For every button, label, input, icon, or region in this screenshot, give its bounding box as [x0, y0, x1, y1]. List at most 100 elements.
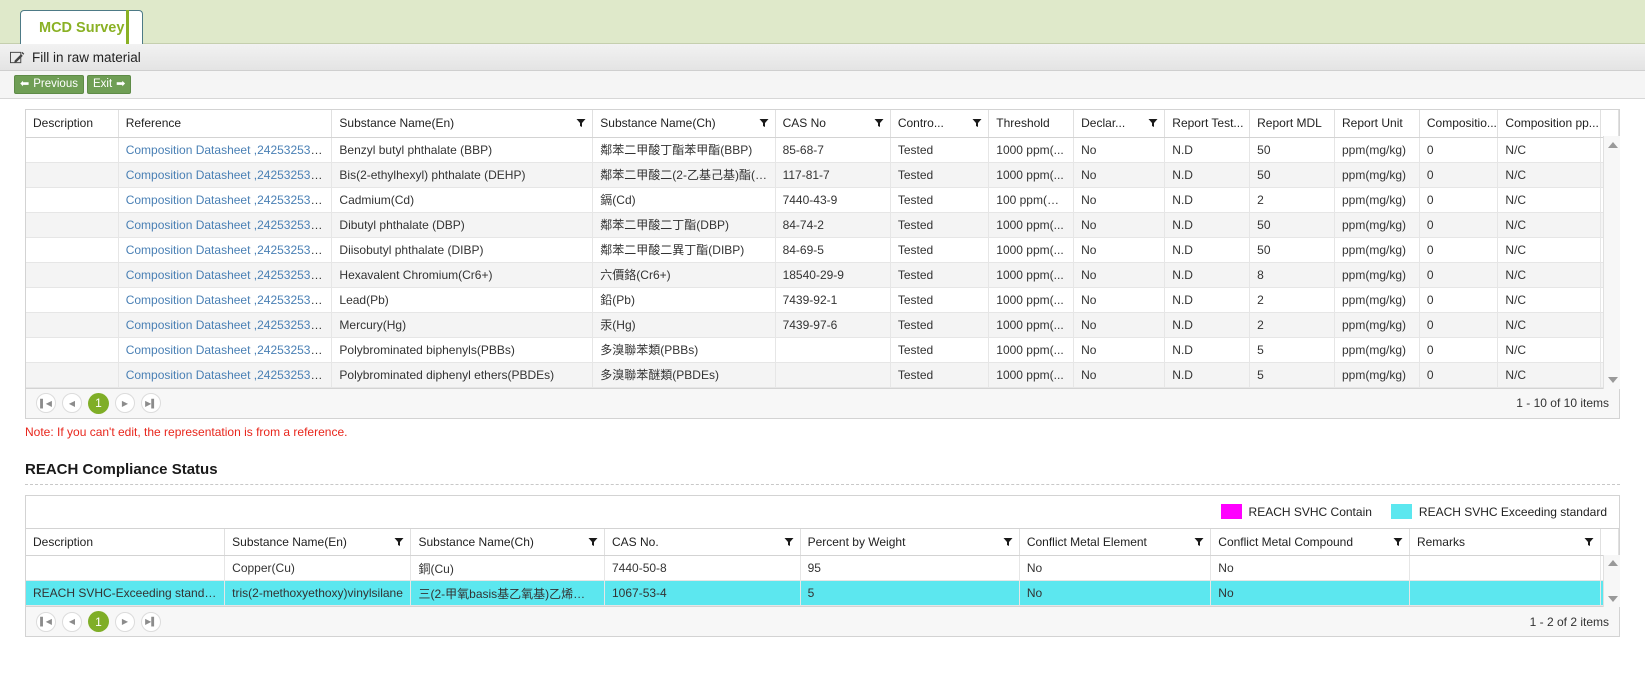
materials-cell-5[interactable]: Tested — [890, 162, 990, 188]
materials-cell-0[interactable] — [26, 212, 119, 238]
reach-cell-2[interactable]: 銅(Cu) — [410, 555, 605, 581]
materials-cell-2[interactable]: Dibutyl phthalate (DBP) — [331, 212, 594, 238]
materials-row[interactable]: Composition Datasheet ,242532534/Pl... Di… — [26, 237, 1619, 263]
filter-funnel-icon[interactable] — [588, 537, 598, 547]
materials-cell-7[interactable]: No — [1073, 287, 1166, 313]
materials-cell-4[interactable] — [775, 337, 891, 363]
materials-header-7[interactable]: Declar... — [1073, 110, 1166, 138]
materials-reference-link[interactable]: Composition Datasheet ,242532534/Pl... — [126, 318, 331, 332]
reach-header-1[interactable]: Substance Name(En) — [224, 528, 412, 556]
previous-button[interactable]: ⬅ Previous — [14, 75, 84, 94]
materials-cell-12[interactable]: N/C — [1497, 212, 1602, 238]
filter-funnel-icon[interactable] — [784, 537, 794, 547]
materials-cell-5[interactable]: Tested — [890, 237, 990, 263]
reach-header-6[interactable]: Conflict Metal Compound — [1210, 528, 1410, 556]
materials-cell-1[interactable]: Composition Datasheet ,242532534/Pl... — [118, 137, 333, 163]
materials-cell-12[interactable]: N/C — [1497, 262, 1602, 288]
materials-cell-9[interactable]: 50 — [1249, 237, 1335, 263]
materials-cell-6[interactable]: 1000 ppm(... — [988, 337, 1075, 363]
materials-header-5[interactable]: Contro... — [890, 110, 990, 138]
materials-cell-1[interactable]: Composition Datasheet ,242532534/Pl... — [118, 262, 333, 288]
materials-cell-11[interactable]: 0 — [1419, 137, 1499, 163]
scroll-up-button[interactable] — [1604, 136, 1621, 153]
materials-cell-9[interactable]: 50 — [1249, 212, 1335, 238]
materials-cell-2[interactable]: Bis(2-ethylhexyl) phthalate (DEHP) — [331, 162, 594, 188]
reach-pager-last-button[interactable]: ▶▌ — [141, 611, 161, 632]
materials-cell-0[interactable] — [26, 362, 119, 388]
materials-cell-12[interactable]: N/C — [1497, 237, 1602, 263]
reach-cell-5[interactable]: No — [1019, 580, 1212, 606]
materials-cell-11[interactable]: 0 — [1419, 262, 1499, 288]
reach-cell-4[interactable]: 5 — [800, 580, 1020, 606]
materials-cell-7[interactable]: No — [1073, 212, 1166, 238]
reach-cell-0[interactable]: REACH SVHC-Exceeding standard — [26, 580, 226, 606]
materials-cell-0[interactable] — [26, 337, 119, 363]
materials-cell-3[interactable]: 鎘(Cd) — [592, 187, 776, 213]
materials-cell-6[interactable]: 1000 ppm(... — [988, 362, 1075, 388]
reach-pager-first-button[interactable]: ▌◀ — [36, 611, 56, 632]
materials-cell-9[interactable]: 2 — [1249, 187, 1335, 213]
materials-cell-12[interactable]: N/C — [1497, 312, 1602, 338]
materials-reference-link[interactable]: Composition Datasheet ,242532534/Pl... — [126, 293, 331, 307]
materials-cell-6[interactable]: 1000 ppm(... — [988, 262, 1075, 288]
materials-cell-4[interactable]: 84-74-2 — [775, 212, 891, 238]
reach-header-5[interactable]: Conflict Metal Element — [1019, 528, 1212, 556]
materials-cell-6[interactable]: 1000 ppm(... — [988, 312, 1075, 338]
materials-cell-8[interactable]: N.D — [1164, 237, 1251, 263]
reach-pager-next-button[interactable]: ▶ — [115, 611, 135, 632]
filter-funnel-icon[interactable] — [759, 118, 769, 128]
materials-cell-5[interactable]: Tested — [890, 362, 990, 388]
materials-cell-4[interactable]: 7439-92-1 — [775, 287, 891, 313]
materials-cell-5[interactable]: Tested — [890, 212, 990, 238]
materials-cell-1[interactable]: Composition Datasheet ,242532534/Pl... — [118, 287, 333, 313]
materials-cell-12[interactable]: N/C — [1497, 362, 1602, 388]
materials-cell-6[interactable]: 1000 ppm(... — [988, 212, 1075, 238]
materials-cell-7[interactable]: No — [1073, 362, 1166, 388]
materials-header-2[interactable]: Substance Name(En) — [331, 110, 594, 138]
materials-reference-link[interactable]: Composition Datasheet ,242532534/Pl... — [126, 368, 331, 382]
materials-cell-7[interactable]: No — [1073, 337, 1166, 363]
filter-funnel-icon[interactable] — [874, 118, 884, 128]
materials-cell-3[interactable]: 六價鉻(Cr6+) — [592, 262, 776, 288]
materials-row[interactable]: Composition Datasheet ,242532534/Pl... Ca… — [26, 187, 1619, 213]
reach-cell-3[interactable]: 7440-50-8 — [604, 555, 801, 581]
materials-reference-link[interactable]: Composition Datasheet ,242532534/Pl... — [126, 268, 331, 282]
materials-cell-2[interactable]: Benzyl butyl phthalate (BBP) — [331, 137, 594, 163]
materials-row[interactable]: Composition Datasheet ,242532534/Pl... Po… — [26, 362, 1619, 388]
materials-cell-10[interactable]: ppm(mg/kg) — [1334, 237, 1420, 263]
reach-cell-5[interactable]: No — [1019, 555, 1212, 581]
materials-cell-5[interactable]: Tested — [890, 262, 990, 288]
materials-cell-4[interactable]: 18540-29-9 — [775, 262, 891, 288]
materials-cell-6[interactable]: 1000 ppm(... — [988, 162, 1075, 188]
materials-cell-7[interactable]: No — [1073, 137, 1166, 163]
materials-header-12[interactable]: Composition pp... — [1497, 110, 1602, 138]
materials-header-1[interactable]: Reference — [118, 110, 333, 138]
materials-cell-6[interactable]: 100 ppm(m... — [988, 187, 1075, 213]
materials-cell-4[interactable]: 7439-97-6 — [775, 312, 891, 338]
reach-vertical-scrollbar[interactable] — [1603, 554, 1620, 607]
materials-cell-7[interactable]: No — [1073, 237, 1166, 263]
materials-cell-10[interactable]: ppm(mg/kg) — [1334, 212, 1420, 238]
reach-cell-6[interactable]: No — [1210, 555, 1410, 581]
reach-cell-1[interactable]: Copper(Cu) — [224, 555, 412, 581]
materials-cell-0[interactable] — [26, 137, 119, 163]
materials-cell-3[interactable]: 鄰苯二甲酸丁酯苯甲酯(BBP) — [592, 137, 776, 163]
materials-cell-10[interactable]: ppm(mg/kg) — [1334, 287, 1420, 313]
filter-funnel-icon[interactable] — [1584, 537, 1594, 547]
materials-reference-link[interactable]: Composition Datasheet ,242532534/Pl... — [126, 243, 331, 257]
materials-cell-8[interactable]: N.D — [1164, 187, 1251, 213]
materials-cell-3[interactable]: 多溴聯苯類(PBBs) — [592, 337, 776, 363]
reach-row[interactable]: REACH SVHC-Exceeding standard tris(2-meth… — [26, 580, 1619, 606]
filter-funnel-icon[interactable] — [1194, 537, 1204, 547]
materials-header-0[interactable]: Description — [26, 110, 119, 138]
materials-cell-1[interactable]: Composition Datasheet ,242532534/Pl... — [118, 337, 333, 363]
materials-cell-8[interactable]: N.D — [1164, 362, 1251, 388]
materials-cell-3[interactable]: 鉛(Pb) — [592, 287, 776, 313]
materials-cell-8[interactable]: N.D — [1164, 312, 1251, 338]
materials-reference-link[interactable]: Composition Datasheet ,242532534/Pl... — [126, 168, 331, 182]
materials-cell-0[interactable] — [26, 287, 119, 313]
materials-cell-7[interactable]: No — [1073, 262, 1166, 288]
materials-cell-5[interactable]: Tested — [890, 287, 990, 313]
materials-cell-12[interactable]: N/C — [1497, 187, 1602, 213]
reach-cell-2[interactable]: 三(2-甲氧basis基乙氧基)乙烯基矽烷 — [410, 580, 605, 606]
